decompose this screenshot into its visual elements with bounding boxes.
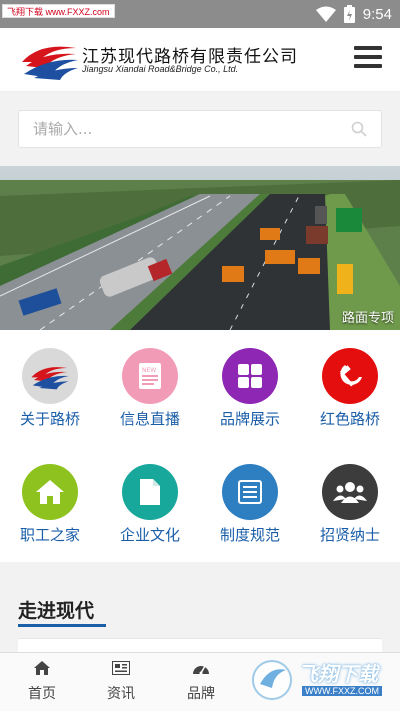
document-icon (122, 464, 178, 520)
home-icon (2, 659, 82, 677)
grid-item-label: 制度规范 (219, 526, 280, 544)
grid-item-about[interactable]: 关于路桥 (0, 330, 100, 446)
list-document-icon (222, 464, 278, 520)
highway-photo (0, 166, 400, 330)
newspaper-icon (81, 659, 161, 677)
app-header: 江苏现代路桥有限责任公司 Jiangsu Xiandai Road&Bridge… (0, 28, 400, 92)
clock: 9:54 (362, 5, 392, 23)
wifi-icon (315, 6, 336, 22)
grid-item-label: 信息直播 (119, 410, 180, 428)
watermark-text: 飞翔下载 (298, 662, 378, 686)
grid-item-staff-home[interactable]: 职工之家 (0, 446, 100, 562)
nav-label: 资讯 (107, 686, 135, 702)
watermark-logo: 飞翔下载 WWW.FXXZ.COM (250, 656, 396, 704)
section-underline (18, 624, 106, 627)
company-name-en: Jiangsu Xiandai Road&Bridge Co., Ltd. (82, 64, 239, 74)
company-logo[interactable]: 江苏现代路桥有限责任公司 Jiangsu Xiandai Road&Bridge… (18, 38, 297, 82)
grid-item-label: 招贤纳士 (319, 526, 380, 544)
nav-label: 首页 (28, 686, 56, 702)
grid-item-label: 红色路桥 (319, 410, 380, 428)
hammer-sickle-icon (322, 348, 378, 404)
section-title: 走进现代 (18, 600, 95, 622)
group-icon (322, 464, 378, 520)
home-icon (22, 464, 78, 520)
logo-mark-icon (22, 46, 78, 80)
hamburger-line (354, 55, 382, 59)
news-icon: NEW (122, 348, 178, 404)
search-input[interactable] (19, 111, 339, 147)
banner-carousel[interactable]: 路面专项 (0, 166, 400, 330)
hamburger-line (354, 64, 382, 68)
grid-item-label: 品牌展示 (219, 410, 280, 428)
menu-button[interactable] (354, 46, 382, 70)
nav-home[interactable]: 首页 (2, 659, 82, 703)
status-icons: 9:54 (315, 4, 392, 24)
about-section: 走进现代 (0, 562, 400, 652)
watermark-url: WWW.FXXZ.COM (302, 686, 382, 696)
grid-item-label: 关于路桥 (19, 410, 80, 428)
grid-item-news[interactable]: NEW 信息直播 (100, 330, 200, 446)
feature-grid: 关于路桥 NEW 信息直播 品牌展示 红色路桥 职工之家 企业文化 制度规范 招… (0, 330, 400, 562)
search-box (18, 110, 382, 148)
grid-item-rules[interactable]: 制度规范 (200, 446, 300, 562)
grid-item-red[interactable]: 红色路桥 (300, 330, 400, 446)
nav-brand[interactable]: 品牌 (161, 659, 241, 703)
svg-text:NEW: NEW (142, 367, 156, 374)
watermark-label: 飞翔下载 www.FXXZ.com (2, 4, 115, 18)
company-logo-icon (22, 348, 78, 404)
hamburger-icon (354, 46, 382, 50)
grid-item-brand[interactable]: 品牌展示 (200, 330, 300, 446)
status-bar: 飞翔下载 www.FXXZ.com 9:54 (0, 0, 400, 28)
grid-item-recruit[interactable]: 招贤纳士 (300, 446, 400, 562)
windows-grid-icon (222, 348, 278, 404)
nav-label: 品牌 (187, 686, 215, 702)
search-section (0, 93, 400, 166)
dashboard-icon (161, 659, 241, 677)
battery-icon (343, 5, 355, 23)
grid-item-label: 职工之家 (19, 526, 80, 544)
grid-item-culture[interactable]: 企业文化 (100, 446, 200, 562)
banner-caption: 路面专项 (341, 311, 394, 326)
search-icon[interactable] (351, 121, 367, 137)
nav-news[interactable]: 资讯 (81, 659, 161, 703)
section-content-edge (18, 638, 382, 652)
watermark-bird-icon (252, 660, 292, 700)
grid-item-label: 企业文化 (119, 526, 180, 544)
